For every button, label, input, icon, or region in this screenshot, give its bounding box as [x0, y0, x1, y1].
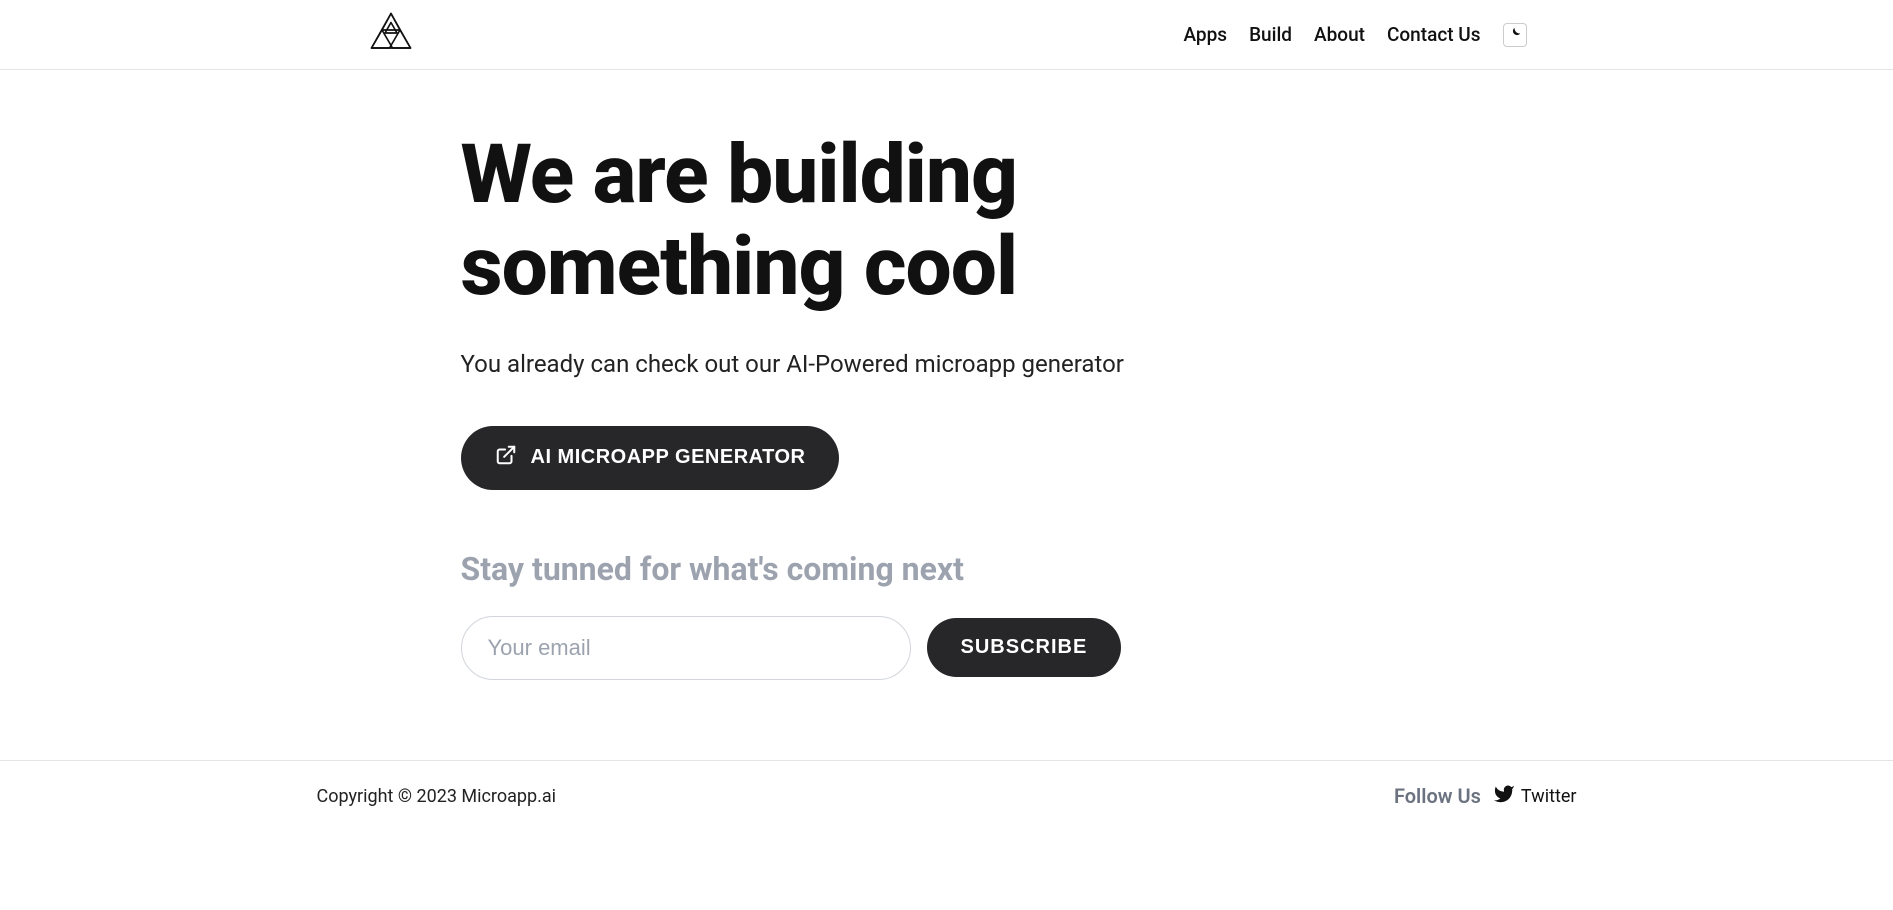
nav-item-contact[interactable]: Contact Us: [1387, 23, 1481, 46]
main-nav: Apps Build About Contact Us: [1183, 23, 1526, 47]
follow-label: Follow Us: [1394, 784, 1481, 808]
theme-toggle-button[interactable]: [1503, 23, 1527, 47]
twitter-label: Twitter: [1521, 786, 1577, 807]
twitter-link[interactable]: Twitter: [1493, 783, 1577, 810]
main: We are building something cool You alrea…: [367, 70, 1527, 760]
email-input[interactable]: [461, 616, 911, 680]
moon-icon: [1508, 26, 1522, 43]
subscribe-button[interactable]: SUBSCRIBE: [927, 618, 1122, 677]
hero-title: We are building something cool: [461, 130, 1221, 314]
hero-subtitle: You already can check out our AI-Powered…: [461, 350, 1221, 378]
penrose-triangle-icon: [367, 9, 415, 61]
twitter-icon: [1493, 783, 1515, 810]
header: Apps Build About Contact Us: [0, 0, 1893, 70]
follow-us: Follow Us Twitter: [1394, 783, 1577, 810]
nav-item-build[interactable]: Build: [1249, 23, 1292, 46]
copyright-text: Copyright © 2023 Microapp.ai: [317, 786, 557, 807]
subscribe-form: SUBSCRIBE: [461, 616, 1141, 680]
ai-microapp-generator-button[interactable]: AI MICROAPP GENERATOR: [461, 426, 840, 490]
nav-item-apps[interactable]: Apps: [1183, 23, 1227, 46]
cta-label: AI MICROAPP GENERATOR: [531, 446, 806, 469]
footer: Copyright © 2023 Microapp.ai Follow Us T…: [0, 760, 1893, 832]
stay-tuned-heading: Stay tunned for what's coming next: [461, 550, 1221, 588]
nav-item-about[interactable]: About: [1314, 23, 1365, 46]
external-link-icon: [495, 444, 517, 472]
logo-link[interactable]: [367, 9, 415, 61]
